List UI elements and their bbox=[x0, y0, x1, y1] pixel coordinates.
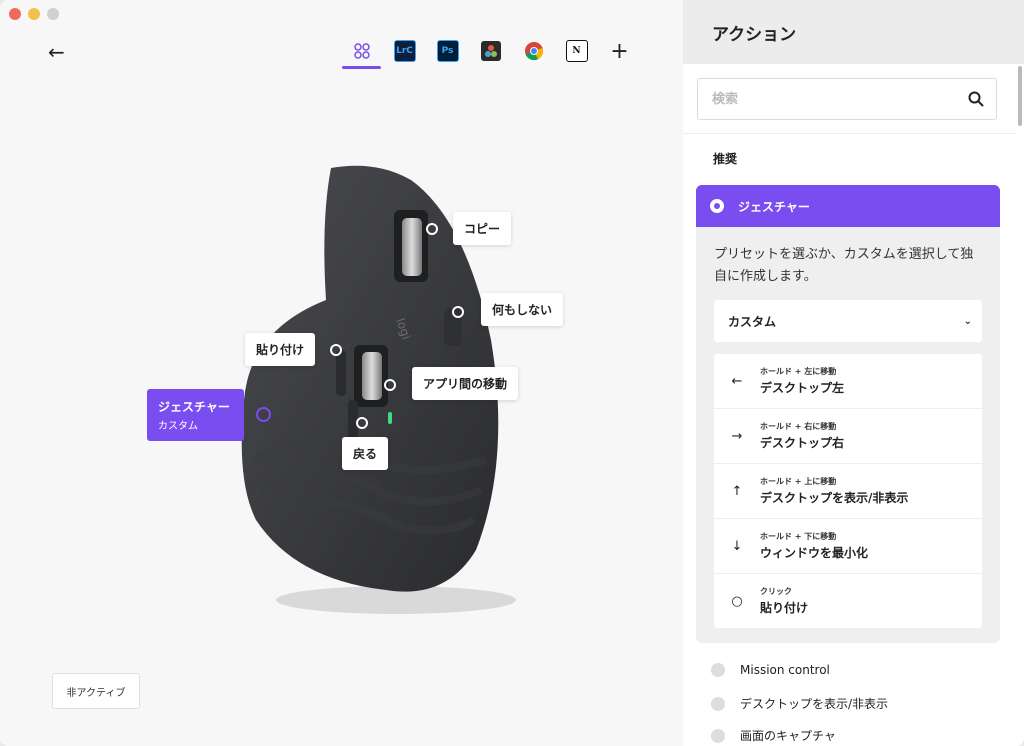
gesture-action-card: ジェスチャー プリセットを選ぶか、カスタムを選択して独自に作成します。 カスタム… bbox=[696, 185, 1000, 643]
option-show-desktop[interactable]: デスクトップを表示/非表示 bbox=[711, 695, 888, 712]
gesture-trigger: クリック bbox=[760, 587, 792, 596]
callout-paste[interactable]: 貼り付け bbox=[245, 333, 316, 366]
tab-photoshop[interactable]: Ps bbox=[426, 34, 469, 68]
davinci-resolve-icon bbox=[480, 41, 501, 61]
divider bbox=[683, 133, 1017, 134]
gesture-item-left[interactable]: ← ホールド + 左に移動デスクトップ左 bbox=[714, 354, 982, 409]
gesture-callout-subtitle: カスタム bbox=[158, 421, 198, 432]
actions-panel: アクション 推奨 ジェスチャー プリセットを選ぶか、カスタムを選択して独自に作成… bbox=[683, 0, 1024, 746]
tab-chrome[interactable] bbox=[512, 34, 555, 68]
notion-icon: N bbox=[565, 40, 588, 62]
gesture-action: 貼り付け bbox=[760, 601, 809, 615]
radio-unselected-icon bbox=[711, 728, 725, 743]
gesture-item-down[interactable]: ↓ ホールド + 下に移動ウィンドウを最小化 bbox=[714, 519, 982, 574]
arrow-down-icon: ↓ bbox=[731, 538, 743, 554]
search-box[interactable] bbox=[697, 78, 997, 120]
gesture-option-selected[interactable]: ジェスチャー bbox=[696, 185, 1000, 227]
zoom-window-button[interactable] bbox=[47, 8, 59, 20]
minimize-window-button[interactable] bbox=[28, 8, 40, 20]
photoshop-icon: Ps bbox=[436, 40, 459, 62]
chevron-down-icon: ⌄ bbox=[963, 315, 972, 327]
hotspot-back[interactable] bbox=[356, 417, 368, 429]
gesture-option-label: ジェスチャー bbox=[738, 199, 810, 214]
app-window: ← LrC Ps N + logi コピー 何もしない 貼り付け アプリ間の移動… bbox=[0, 0, 1024, 746]
gesture-trigger: ホールド + 下に移動 bbox=[760, 532, 837, 541]
chrome-icon bbox=[524, 42, 543, 61]
arrow-up-icon: ↑ bbox=[731, 483, 743, 499]
option-screen-capture[interactable]: 画面のキャプチャ bbox=[711, 727, 836, 744]
hotspot-forward[interactable] bbox=[330, 344, 342, 356]
gesture-action: デスクトップ左 bbox=[760, 381, 845, 395]
plus-icon: + bbox=[610, 38, 629, 64]
search-input[interactable] bbox=[710, 90, 968, 108]
callout-do-nothing[interactable]: 何もしない bbox=[481, 293, 564, 326]
panel-title: アクション bbox=[683, 0, 1024, 64]
gesture-trigger: ホールド + 上に移動 bbox=[760, 477, 837, 486]
gesture-trigger: ホールド + 左に移動 bbox=[760, 367, 837, 376]
hotspot-gesture[interactable] bbox=[256, 407, 271, 422]
lightroom-icon: LrC bbox=[393, 40, 416, 62]
hotspot-mode-shift[interactable] bbox=[452, 306, 464, 318]
app-tabs: LrC Ps N + bbox=[340, 34, 641, 69]
radio-unselected-icon bbox=[711, 663, 725, 677]
hotspot-top-wheel[interactable] bbox=[426, 223, 438, 235]
gesture-action: デスクトップ右 bbox=[760, 436, 845, 450]
gesture-action: ウィンドウを最小化 bbox=[760, 546, 869, 560]
gesture-trigger: ホールド + 右に移動 bbox=[760, 422, 837, 431]
callout-app-switch[interactable]: アプリ間の移動 bbox=[412, 367, 519, 400]
arrow-right-icon: → bbox=[731, 428, 743, 444]
recommended-heading: 推奨 bbox=[713, 152, 738, 166]
panel-scrollbar[interactable] bbox=[1018, 66, 1022, 126]
option-mission-control[interactable]: Mission control bbox=[711, 663, 830, 677]
gesture-callout-title: ジェスチャー bbox=[158, 400, 230, 414]
preset-dropdown[interactable]: カスタム ⌄ bbox=[714, 300, 982, 342]
circle-icon: ○ bbox=[731, 593, 743, 609]
option-label: デスクトップを表示/非表示 bbox=[740, 697, 889, 711]
radio-selected-icon bbox=[710, 199, 724, 213]
gesture-list: ← ホールド + 左に移動 デスクトップ左 → ホールド + 右に移動 デスクトップ… bbox=[714, 354, 982, 628]
search-icon[interactable] bbox=[968, 91, 984, 107]
inactive-button[interactable]: 非アクティブ bbox=[52, 673, 140, 709]
gesture-description: プリセットを選ぶか、カスタムを選択して独自に作成します。 bbox=[714, 247, 974, 284]
grid-icon bbox=[353, 43, 370, 59]
tab-davinci[interactable] bbox=[469, 34, 512, 68]
tab-notion[interactable]: N bbox=[555, 34, 598, 68]
gesture-action: デスクトップを表示/非表示 bbox=[760, 491, 909, 505]
option-label: 画面のキャプチャ bbox=[740, 729, 836, 743]
tab-lightroom[interactable]: LrC bbox=[383, 34, 426, 68]
preset-value: カスタム bbox=[728, 314, 777, 329]
window-controls bbox=[9, 8, 59, 20]
radio-unselected-icon bbox=[711, 696, 725, 711]
callout-gesture-active[interactable]: ジェスチャー カスタム bbox=[147, 389, 244, 441]
hotspot-thumb-wheel[interactable] bbox=[384, 379, 396, 391]
add-app-button[interactable]: + bbox=[598, 34, 641, 68]
gesture-item-right[interactable]: → ホールド + 右に移動デスクトップ右 bbox=[714, 409, 982, 464]
option-label: Mission control bbox=[740, 663, 830, 677]
back-arrow-icon[interactable]: ← bbox=[48, 40, 65, 64]
gesture-item-click[interactable]: ○ クリック貼り付け bbox=[714, 574, 982, 628]
gesture-item-up[interactable]: ↑ ホールド + 上に移動デスクトップを表示/非表示 bbox=[714, 464, 982, 519]
callout-back[interactable]: 戻る bbox=[342, 437, 389, 470]
callout-copy[interactable]: コピー bbox=[453, 212, 512, 245]
close-window-button[interactable] bbox=[9, 8, 21, 20]
tab-all-apps[interactable] bbox=[340, 34, 383, 69]
arrow-left-icon: ← bbox=[731, 373, 743, 389]
